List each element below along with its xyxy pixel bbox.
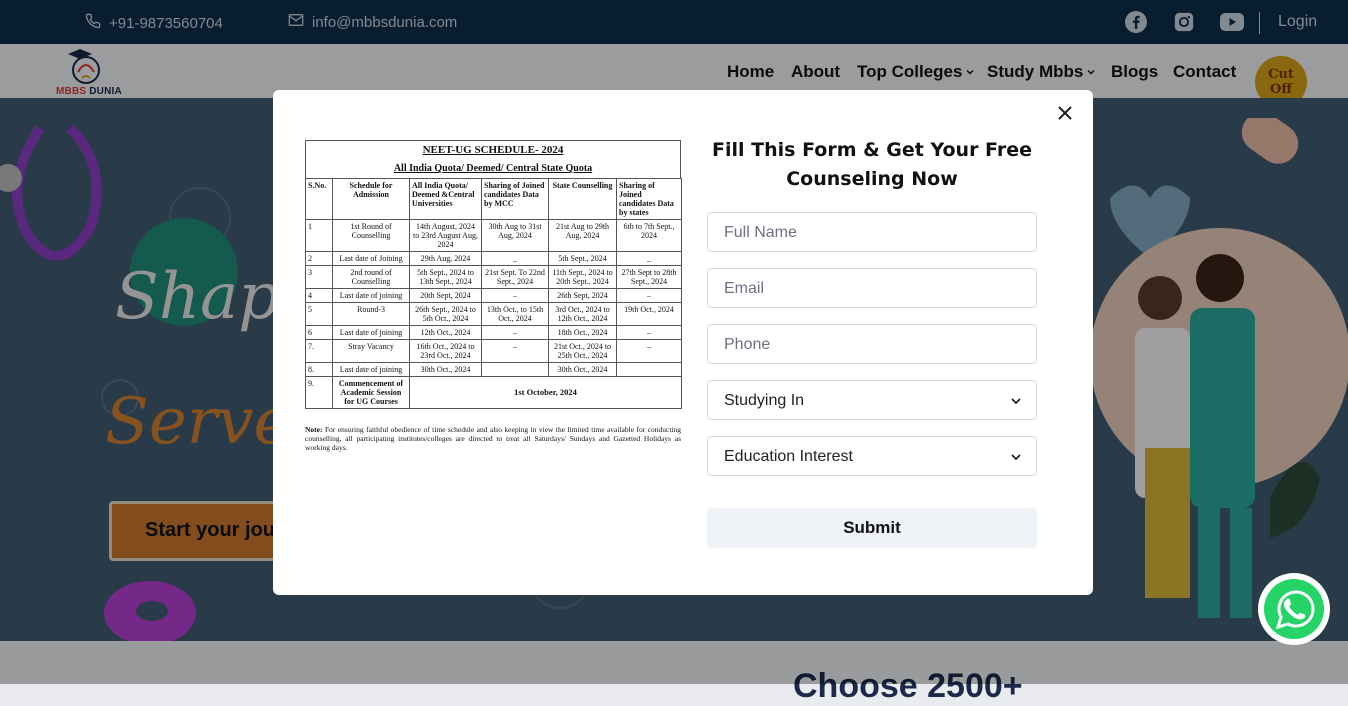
table-cell: 11th Sept., 2024 to 20th Sept., 2024	[548, 265, 617, 289]
header-schedule: Schedule for Admission	[332, 178, 410, 220]
table-cell: 7.	[305, 339, 333, 363]
email-input[interactable]: Email	[707, 268, 1037, 308]
table-cell: 21st Aug to 29th Aug, 2024	[548, 219, 617, 252]
table-cell: 30th Oct., 2024	[548, 362, 617, 377]
table-cell: Stray Vacancy	[332, 339, 410, 363]
table-cell: _	[616, 251, 682, 266]
schedule-title-box: NEET-UG SCHEDULE- 2024 All India Quota/ …	[305, 140, 681, 178]
form-title: Fill This Form & Get Your Free Counselin…	[712, 139, 1032, 190]
table-cell: 3rd Oct., 2024 to 12th Oct., 2024	[548, 302, 617, 326]
table-cell: Last date of joining	[332, 288, 410, 303]
chevron-down-icon	[1010, 394, 1022, 406]
table-cell	[481, 362, 549, 377]
table-cell: –	[616, 325, 682, 340]
table-cell: 14th August, 2024 to 23rd August Aug, 20…	[409, 219, 482, 252]
table-row: 7. Stray Vacancy 16th Oct., 2024 to 23rd O…	[305, 339, 682, 363]
schedule-rows: 1 1st Round of Counselling 14th August, 20…	[305, 219, 682, 377]
counseling-form: Fill This Form & Get Your Free Counselin…	[707, 136, 1037, 548]
table-cell: 1st Round of Counselling	[332, 219, 410, 252]
table-row: 9. Commencement of Academic Session for …	[305, 376, 682, 409]
table-cell: 8.	[305, 362, 333, 377]
table-row: 4 Last date of joining 20th Sept, 2024–26t…	[305, 288, 682, 303]
header-state: State Counselling	[548, 178, 617, 220]
table-cell: _	[481, 251, 549, 266]
table-cell: 26th Sept, 2024	[548, 288, 617, 303]
table-cell: –	[481, 325, 549, 340]
table-cell: 5th Sept., 2024	[548, 251, 617, 266]
chevron-down-icon	[1010, 450, 1022, 462]
whatsapp-icon[interactable]	[1258, 573, 1330, 645]
table-row: 1 1st Round of Counselling 14th August, 20…	[305, 219, 682, 252]
header-sno: S.No.	[305, 178, 333, 220]
table-cell: 3	[305, 265, 333, 289]
table-cell: 26th Sept., 2024 to 5th Oct., 2024	[409, 302, 482, 326]
studying-in-select[interactable]: Studying In	[707, 380, 1037, 420]
table-cell: 13th Oct., to 15th Oct., 2024	[481, 302, 549, 326]
header-aiq: All India Quota/ Deemed &Central Univers…	[409, 178, 482, 220]
submit-button[interactable]: Submit	[707, 508, 1037, 548]
table-cell: 2nd round of Counselling	[332, 265, 410, 289]
table-cell: 18th Oct., 2024	[548, 325, 617, 340]
table-cell: 5	[305, 302, 333, 326]
table-cell: 4	[305, 288, 333, 303]
table-cell: 21st Oct., 2024 to 25th Oct., 2024	[548, 339, 617, 363]
table-cell: 2	[305, 251, 333, 266]
table-cell: Commencement of Academic Session for UG …	[332, 376, 410, 409]
table-cell: 1st October, 2024	[409, 376, 682, 409]
phone-input[interactable]: Phone	[707, 324, 1037, 364]
schedule-title: NEET-UG SCHEDULE- 2024	[422, 144, 564, 156]
table-row: 3 2nd round of Counselling 5th Sept., 2024…	[305, 265, 682, 289]
schedule-note: Note: For ensuring faithful obedience of…	[305, 425, 682, 452]
table-cell: 19th Oct., 2024	[616, 302, 682, 326]
table-cell: 12th Oct., 2024	[409, 325, 482, 340]
table-cell: –	[616, 288, 682, 303]
table-cell: 16th Oct., 2024 to 23rd Oct., 2024	[409, 339, 482, 363]
table-cell: Round-3	[332, 302, 410, 326]
header-aiq-sharing: Sharing of Joined candidates Data by MCC	[481, 178, 549, 220]
table-cell: 5th Sept., 2024 to 13th Sept., 2024	[409, 265, 482, 289]
table-cell: 21st Sept. To 22nd Sept., 2024	[481, 265, 549, 289]
schedule-subtitle: All India Quota/ Deemed/ Central State Q…	[393, 163, 593, 174]
table-cell: 20th Sept, 2024	[409, 288, 482, 303]
table-row: 2 Last date of Joining 29th Aug, 2024 _ 5th …	[305, 251, 682, 266]
table-cell: 1	[305, 219, 333, 252]
table-cell: Last date of joining	[332, 362, 410, 377]
full-name-input[interactable]: Full Name	[707, 212, 1037, 252]
table-cell: Last date of Joining	[332, 251, 410, 266]
table-row: 5 Round-3 26th Sept., 2024 to 5th Oct., 20…	[305, 302, 682, 326]
table-cell: 6th to 7th Sept., 2024	[616, 219, 682, 252]
education-interest-select[interactable]: Education Interest	[707, 436, 1037, 476]
table-cell: 29th Aug, 2024	[409, 251, 482, 266]
header-state-sharing: Sharing of Joined candidates Data by sta…	[616, 178, 682, 220]
table-row: 8. Last date of joining 30th Oct., 2024 30t…	[305, 362, 682, 377]
table-cell: 30th Oct., 2024	[409, 362, 482, 377]
table-row: 6 Last date of joining 12th Oct., 2024–18t…	[305, 325, 682, 340]
table-cell: Last date of joining	[332, 325, 410, 340]
table-cell	[616, 362, 682, 377]
close-icon[interactable]	[1054, 102, 1076, 124]
table-header-row: S.No. Schedule for Admission All India Q…	[305, 178, 682, 220]
table-cell: –	[481, 288, 549, 303]
table-cell: –	[616, 339, 682, 363]
table-cell: 6	[305, 325, 333, 340]
table-cell: –	[481, 339, 549, 363]
table-cell: 30th Aug to 31st Aug, 2024	[481, 219, 549, 252]
schedule-table: S.No. Schedule for Admission All India Q…	[305, 178, 682, 409]
table-cell: 9.	[305, 376, 333, 409]
counseling-modal: NEET-UG SCHEDULE- 2024 All India Quota/ …	[273, 90, 1093, 595]
table-cell: 27th Sept to 28th Sept., 2024	[616, 265, 682, 289]
neet-schedule-image: NEET-UG SCHEDULE- 2024 All India Quota/ …	[305, 140, 682, 452]
